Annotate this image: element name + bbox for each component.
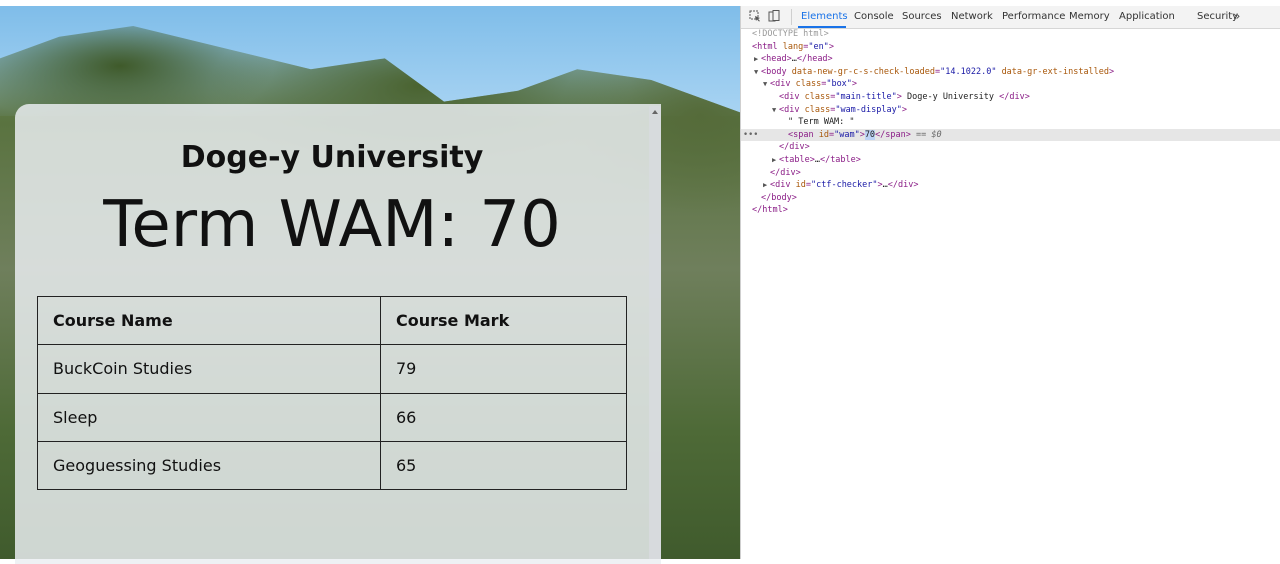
table-row: Sleep 66 xyxy=(37,392,627,442)
tab-elements[interactable]: Elements xyxy=(801,11,848,22)
wam-label: Term WAM: xyxy=(103,188,460,262)
tag-text: </div> xyxy=(999,91,1030,102)
dom-tree: <!DOCTYPE html> <html lang="en"> ▶ <head… xyxy=(741,28,1280,217)
tag-text: </head> xyxy=(796,54,833,65)
attr-value-text: "14.1022.0" xyxy=(940,66,997,77)
tag-text: </html> xyxy=(752,205,788,216)
attr-name-text: class xyxy=(804,91,831,102)
devtools-tab-bar: Elements Console Sources Network Perform… xyxy=(741,6,1280,29)
header-course-name: Course Name xyxy=(37,295,381,346)
selected-node-marker: == $0 xyxy=(916,129,942,140)
dom-node-head[interactable]: ▶ <head>…</head> xyxy=(741,53,1280,66)
course-table: Course Name Course Mark BuckCoin Studies… xyxy=(37,295,627,491)
dom-node-text-term-wam[interactable]: " Term WAM: " xyxy=(741,116,1280,129)
tab-console[interactable]: Console xyxy=(854,11,894,22)
dom-node-div-ctf-checker[interactable]: ▶ <div id="ctf-checker">…</div> xyxy=(741,179,1280,192)
attr-name-text: id xyxy=(795,180,806,191)
toolbar-divider xyxy=(791,9,792,25)
inspect-element-icon[interactable] xyxy=(749,10,761,22)
tag-text: </table> xyxy=(819,154,861,165)
attr-value-text: "ctf-checker" xyxy=(810,180,878,191)
tag-text: <html xyxy=(752,41,778,52)
tag-text: <div xyxy=(770,180,791,191)
device-toolbar-icon[interactable] xyxy=(768,10,780,22)
course-mark-cell: 65 xyxy=(380,440,627,491)
dom-node-doctype[interactable]: <!DOCTYPE html> xyxy=(741,28,1280,41)
attr-value-text: "wam-display" xyxy=(835,104,902,115)
collapse-triangle-icon[interactable]: ▼ xyxy=(772,104,776,117)
more-actions-ellipsis-icon[interactable]: ••• xyxy=(743,129,758,142)
dom-node-close-html[interactable]: </html> xyxy=(741,204,1280,217)
tag-text: </body> xyxy=(761,192,797,203)
tab-performance[interactable]: Performance xyxy=(1002,11,1065,22)
dom-node-close-div[interactable]: </div> xyxy=(741,141,1280,154)
dom-node-body[interactable]: ▼ <body data-new-gr-c-s-check-loaded="14… xyxy=(741,66,1280,79)
dom-node-html[interactable]: <html lang="en"> xyxy=(741,41,1280,54)
attr-value-text: "wam" xyxy=(834,129,860,140)
attr-name-text: data-gr-ext-installed xyxy=(1001,66,1110,77)
expand-triangle-icon[interactable]: ▶ xyxy=(754,53,758,66)
tag-text: <div xyxy=(779,104,800,115)
tag-text: </span> xyxy=(875,129,911,140)
tag-text: </div> xyxy=(887,180,919,191)
tag-text: <body xyxy=(761,66,787,77)
tag-text: <div xyxy=(779,91,800,102)
dom-node-div-wam-display[interactable]: ▼ <div class="wam-display"> xyxy=(741,104,1280,117)
scroll-up-arrow-icon[interactable] xyxy=(652,110,658,114)
node-text: Doge-y University xyxy=(901,91,1000,102)
attr-name-text: data-new-gr-c-s-check-loaded xyxy=(791,66,936,77)
dom-node-close-div[interactable]: </div> xyxy=(741,167,1280,180)
editable-wam-text[interactable]: 70 xyxy=(864,129,876,140)
header-course-mark: Course Mark xyxy=(380,295,627,346)
node-text: " Term WAM: " xyxy=(788,117,855,128)
attr-name-text: lang xyxy=(782,41,804,52)
collapse-triangle-icon[interactable]: ▼ xyxy=(754,66,758,79)
main-title: Doge-y University xyxy=(180,140,484,175)
table-header-row: Course Name Course Mark xyxy=(37,295,627,346)
tag-text: </div> xyxy=(770,167,801,178)
table-row: Geoguessing Studies 65 xyxy=(37,440,627,491)
tab-memory[interactable]: Memory xyxy=(1069,11,1110,22)
dom-node-close-body[interactable]: </body> xyxy=(741,192,1280,205)
course-mark-cell: 66 xyxy=(380,392,627,442)
dom-node-div-box[interactable]: ▼ <div class="box"> xyxy=(741,78,1280,91)
box-scrollbar[interactable] xyxy=(649,106,661,559)
table-row: BuckCoin Studies 79 xyxy=(37,344,627,394)
wam-value: 70 xyxy=(479,188,561,262)
tag-text: <head> xyxy=(761,54,792,65)
expand-triangle-icon[interactable]: ▶ xyxy=(772,154,776,167)
attr-value-text: "en" xyxy=(808,41,829,52)
dom-node-div-main-title[interactable]: <div class="main-title"> Doge-y Universi… xyxy=(741,91,1280,104)
dom-node-span-wam[interactable]: ••• <span id="wam">70</span> == $0 xyxy=(741,128,1280,142)
expand-triangle-icon[interactable]: ▶ xyxy=(763,179,767,192)
tag-text: <span xyxy=(788,129,814,140)
course-name-cell: Geoguessing Studies xyxy=(37,440,381,491)
collapse-triangle-icon[interactable]: ▼ xyxy=(763,78,767,91)
tab-sources[interactable]: Sources xyxy=(902,11,942,22)
course-name-cell: Sleep xyxy=(37,392,381,442)
wam-display: Term WAM: 70 xyxy=(15,188,649,262)
dom-node-table[interactable]: ▶ <table>…</table> xyxy=(741,154,1280,167)
course-name-cell: BuckCoin Studies xyxy=(37,344,381,394)
doctype-text: <!DOCTYPE html> xyxy=(752,29,829,39)
attr-name-text: class xyxy=(795,79,822,90)
attr-value-text: "main-title" xyxy=(835,91,897,102)
devtools-panel: Elements Console Sources Network Perform… xyxy=(740,6,1280,559)
attr-value-text: "box" xyxy=(826,79,852,90)
tab-security[interactable]: Security xyxy=(1197,11,1238,22)
more-tabs-chevron-icon[interactable]: » xyxy=(1233,9,1240,23)
course-mark-cell: 79 xyxy=(380,344,627,394)
tab-application[interactable]: Application xyxy=(1119,11,1175,22)
tag-text: </div> xyxy=(779,142,810,153)
attr-name-text: id xyxy=(818,129,829,140)
tag-text: <div xyxy=(770,79,791,90)
tag-text: <table> xyxy=(779,154,815,165)
tab-network[interactable]: Network xyxy=(951,11,993,22)
attr-name-text: class xyxy=(804,104,831,115)
